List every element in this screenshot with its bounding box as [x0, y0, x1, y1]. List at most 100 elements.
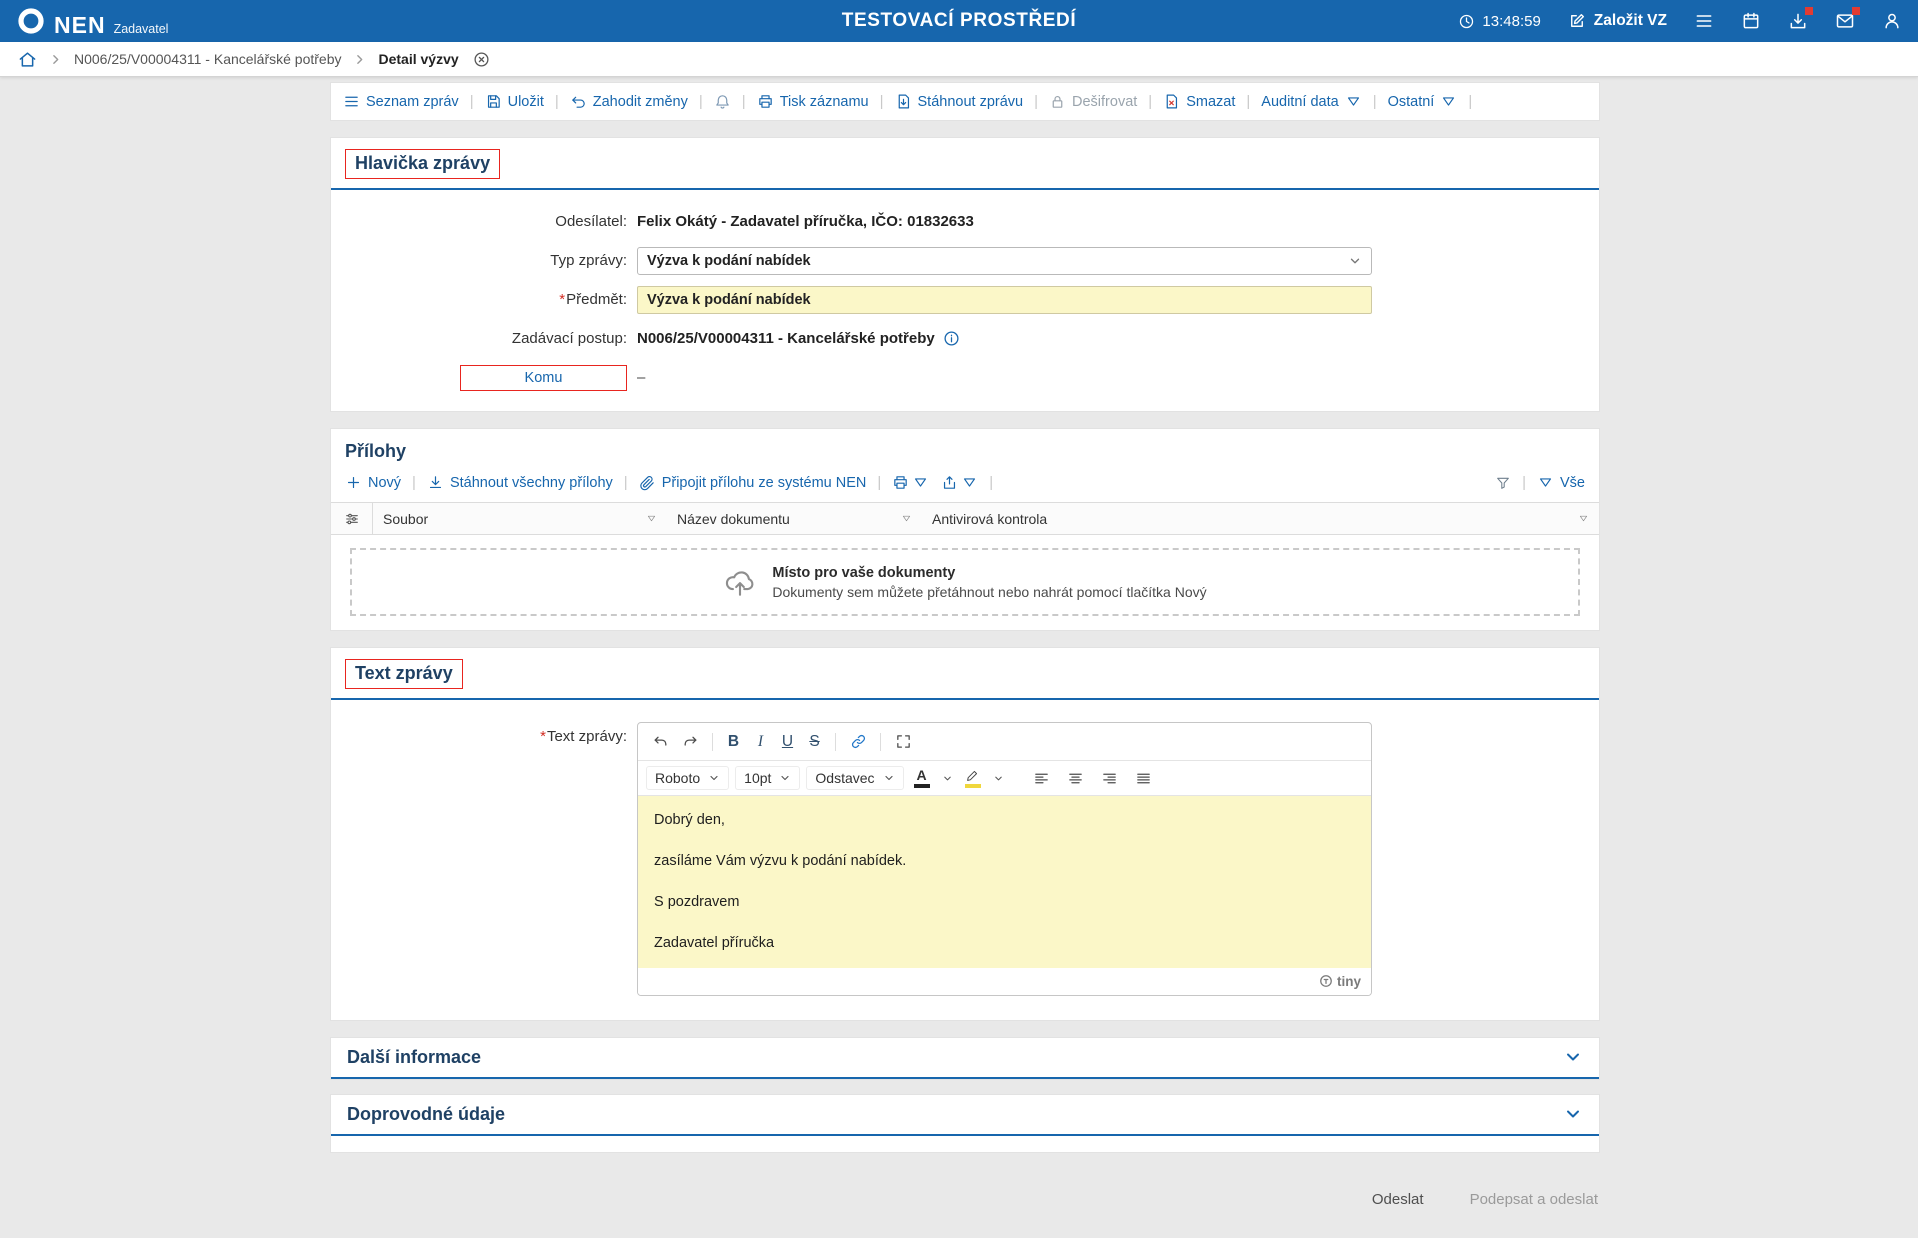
link-icon	[850, 733, 867, 750]
typ-zpravy-select[interactable]: Výzva k podání nabídek	[637, 247, 1372, 275]
info-icon[interactable]	[943, 330, 960, 347]
calendar-button[interactable]	[1741, 11, 1761, 31]
filter-funnel-icon[interactable]	[1495, 475, 1511, 491]
home-button[interactable]	[18, 50, 37, 69]
insert-link-button[interactable]	[844, 729, 872, 755]
column-filter-icon[interactable]	[646, 513, 657, 524]
messages-button[interactable]	[1835, 11, 1855, 31]
editor-paragraph: Dobrý den,	[654, 811, 1355, 829]
underline-button[interactable]: U	[775, 729, 800, 755]
delete-document-icon	[1163, 93, 1180, 110]
strikethrough-button[interactable]: S	[802, 729, 827, 755]
divider	[1235, 93, 1261, 110]
font-color-button[interactable]: A	[910, 765, 934, 791]
fullscreen-icon	[895, 733, 912, 750]
attachments-table-header: Soubor Název dokumentu Antivirová kontro…	[331, 502, 1599, 535]
zadavaci-postup-label: Zadávací postup:	[331, 330, 637, 347]
italic-button[interactable]: I	[748, 729, 773, 755]
divider	[1023, 93, 1049, 110]
toolbar-smazat-button[interactable]: Smazat	[1163, 93, 1235, 110]
cloud-upload-icon	[723, 565, 757, 599]
create-vz-button[interactable]: Založit VZ	[1568, 12, 1667, 30]
highlight-color-button[interactable]	[961, 765, 985, 791]
align-justify-button[interactable]	[1130, 765, 1158, 791]
divider	[613, 474, 639, 491]
breadcrumb-item-procedure[interactable]: N006/25/V00004311 - Kancelářské potřeby	[74, 51, 341, 67]
bell-icon	[714, 93, 731, 110]
sliders-icon	[344, 511, 360, 527]
downloads-button[interactable]	[1788, 11, 1808, 31]
toolbar-zahodit-zmeny-button[interactable]: Zahodit změny	[570, 93, 688, 110]
chevron-right-icon	[49, 53, 62, 66]
attachment-export-button[interactable]	[941, 474, 978, 491]
toolbar-tisk-zaznamu-button[interactable]: Tisk záznamu	[757, 93, 869, 110]
attachment-new-button[interactable]: Nový	[345, 474, 401, 491]
close-circle-icon	[473, 51, 490, 68]
table-settings-button[interactable]	[331, 503, 373, 534]
calendar-icon	[1741, 11, 1761, 31]
undo-button[interactable]	[646, 729, 674, 755]
tiny-logo-icon	[1319, 974, 1333, 988]
doprovodne-udaje-toggle[interactable]: Doprovodné údaje	[331, 1095, 1599, 1136]
divider	[1511, 474, 1537, 491]
close-tab-button[interactable]	[473, 51, 490, 68]
font-color-menu-button[interactable]	[940, 765, 955, 791]
attachments-section: Přílohy Nový Stáhnout všechny přílohy Př…	[330, 428, 1600, 631]
toolbar-stahnout-zpravu-button[interactable]: Stáhnout zprávu	[895, 93, 1024, 110]
attachment-print-button[interactable]	[892, 474, 929, 491]
highlighter-icon	[966, 769, 979, 782]
highlight-color-bar	[965, 784, 981, 788]
toolbar-ostatni-button[interactable]: Ostatní	[1388, 93, 1458, 110]
odesilatel-value: Felix Okátý - Zadavatel příručka, IČO: 0…	[637, 213, 974, 230]
fullscreen-button[interactable]	[889, 729, 917, 755]
podepsat-a-odeslat-button[interactable]: Podepsat a odeslat	[1470, 1191, 1598, 1208]
align-center-button[interactable]	[1062, 765, 1090, 791]
nen-logo[interactable]: NEN Zadavatel	[16, 6, 168, 37]
profile-button[interactable]	[1882, 11, 1902, 31]
align-right-button[interactable]	[1096, 765, 1124, 791]
attachment-attach-from-nen-button[interactable]: Připojit přílohu ze systému NEN	[639, 474, 867, 491]
section-title-doprovodne-udaje: Doprovodné údaje	[347, 1104, 505, 1125]
predmet-label: *Předmět:	[331, 291, 637, 308]
home-icon	[18, 50, 37, 69]
attachment-download-all-button[interactable]: Stáhnout všechny přílohy	[427, 474, 613, 491]
komu-link[interactable]: Komu	[460, 365, 627, 391]
toolbar-auditni-data-button[interactable]: Auditní data	[1261, 93, 1361, 110]
message-text-section: Text zprávy *Text zprávy: B I U S	[330, 647, 1600, 1021]
editor-content-area[interactable]: Dobrý den, zasíláme Vám výzvu k podání n…	[638, 796, 1371, 968]
font-family-select[interactable]: Roboto	[646, 766, 729, 790]
editor-paragraph: zasíláme Vám výzvu k podání nabídek.	[654, 852, 1355, 870]
odeslat-button[interactable]: Odeslat	[1372, 1191, 1424, 1208]
breadcrumb-item-current: Detail výzvy	[378, 51, 458, 67]
bold-button[interactable]: B	[721, 729, 746, 755]
align-center-icon	[1067, 770, 1084, 787]
messages-badge	[1852, 7, 1860, 15]
top-bar: NEN Zadavatel TESTOVACÍ PROSTŘEDÍ 13:48:…	[0, 0, 1918, 42]
main-menu-button[interactable]	[1694, 11, 1714, 31]
required-mark: *	[559, 291, 565, 308]
dalsi-informace-toggle[interactable]: Další informace	[331, 1038, 1599, 1079]
download-icon	[427, 474, 444, 491]
font-size-select[interactable]: 10pt	[735, 766, 800, 790]
dropdown-triangle-icon	[912, 474, 929, 491]
downloads-badge	[1805, 7, 1813, 15]
nen-logo-icon	[16, 6, 46, 36]
column-filter-icon[interactable]	[1578, 513, 1589, 524]
dropzone-text: Místo pro vaše dokumenty Dokumenty sem m…	[772, 565, 1206, 600]
align-left-button[interactable]	[1028, 765, 1056, 791]
toolbar-ulozit-button[interactable]: Uložit	[485, 93, 544, 110]
lock-icon	[1049, 93, 1066, 110]
filter-all-button[interactable]: Vše	[1537, 474, 1585, 491]
redo-button[interactable]	[676, 729, 704, 755]
tinymce-logo[interactable]: tiny	[1319, 974, 1361, 989]
dalsi-informace-section: Další informace	[330, 1037, 1600, 1080]
dropdown-triangle-icon	[1345, 93, 1362, 110]
highlight-color-menu-button[interactable]	[991, 765, 1006, 791]
toolbar-notification-button[interactable]	[714, 93, 731, 110]
chevron-down-icon	[708, 772, 720, 784]
toolbar-seznam-zprav-button[interactable]: Seznam zpráv	[343, 93, 459, 110]
predmet-input[interactable]	[637, 286, 1372, 314]
block-format-select[interactable]: Odstavec	[806, 766, 903, 790]
column-filter-icon[interactable]	[901, 513, 912, 524]
attachments-dropzone[interactable]: Místo pro vaše dokumenty Dokumenty sem m…	[350, 548, 1580, 616]
